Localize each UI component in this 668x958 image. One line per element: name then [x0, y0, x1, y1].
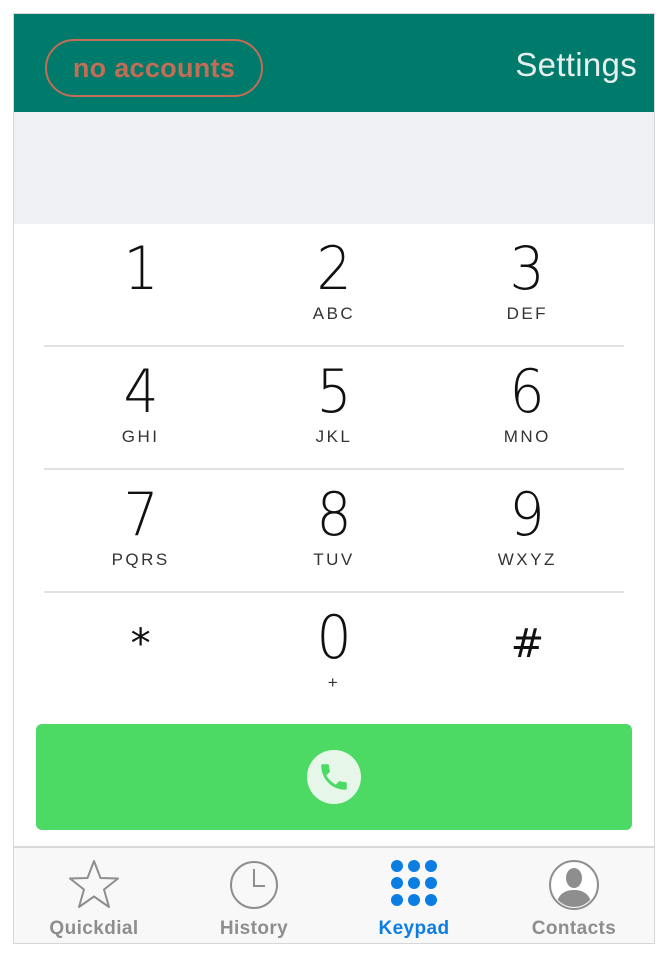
key-1[interactable]: 1 — [44, 224, 237, 345]
key-digit: 3 — [509, 234, 545, 304]
number-display — [14, 112, 654, 224]
key-hash[interactable]: # — [431, 593, 624, 713]
keypad-row: 1 2 ABC 3 DEF — [44, 224, 624, 347]
key-digit: 9 — [509, 480, 545, 550]
key-letters: DEF — [506, 304, 549, 323]
tab-label: Quickdial — [49, 918, 139, 939]
key-2[interactable]: 2 ABC — [237, 224, 430, 345]
clock-icon — [230, 861, 278, 909]
key-9[interactable]: 9 WXYZ — [431, 470, 624, 591]
accounts-button[interactable]: no accounts — [45, 39, 263, 97]
dialer-screen: no accounts Settings 1 2 ABC 3 DEF 4 GHI — [13, 13, 655, 944]
tab-keypad[interactable]: Keypad — [334, 848, 494, 943]
tab-bar: Quickdial History Keypad Contacts — [14, 846, 654, 943]
key-0[interactable]: 0 + — [237, 593, 430, 713]
key-letters: JKL — [315, 427, 353, 446]
key-digit: 1 — [123, 234, 159, 304]
key-letters: TUV — [313, 550, 355, 569]
key-star[interactable]: * — [44, 593, 237, 713]
top-bar: no accounts Settings — [14, 14, 654, 112]
key-digit: 7 — [123, 480, 159, 550]
key-letters: ABC — [312, 304, 356, 323]
key-5[interactable]: 5 JKL — [237, 347, 430, 468]
key-digit: 6 — [509, 357, 545, 427]
key-letters: WXYZ — [497, 550, 557, 569]
key-digit: # — [510, 621, 545, 667]
keypad: 1 2 ABC 3 DEF 4 GHI 5 JKL 6 MNO 7 PQRS 8… — [44, 224, 624, 713]
key-letters: GHI — [121, 427, 160, 446]
key-digit: 4 — [123, 357, 159, 427]
key-digit: 0 — [316, 603, 352, 673]
keypad-grid-icon — [391, 860, 437, 906]
settings-button[interactable]: Settings — [515, 46, 637, 84]
tab-quickdial[interactable]: Quickdial — [14, 848, 174, 943]
key-3[interactable]: 3 DEF — [431, 224, 624, 345]
star-icon — [69, 860, 119, 908]
tab-history[interactable]: History — [174, 848, 334, 943]
key-letters: + — [327, 673, 341, 692]
key-letters: PQRS — [111, 550, 170, 569]
key-4[interactable]: 4 GHI — [44, 347, 237, 468]
tab-label: Contacts — [531, 918, 617, 939]
phone-icon — [307, 750, 361, 804]
tab-contacts[interactable]: Contacts — [494, 848, 654, 943]
key-digit: 2 — [316, 234, 352, 304]
keypad-row: 7 PQRS 8 TUV 9 WXYZ — [44, 470, 624, 593]
keypad-row: 4 GHI 5 JKL 6 MNO — [44, 347, 624, 470]
key-digit: 5 — [316, 357, 352, 427]
key-letters: MNO — [503, 427, 551, 446]
tab-label: Keypad — [378, 918, 450, 939]
key-6[interactable]: 6 MNO — [431, 347, 624, 468]
keypad-row: * 0 + # — [44, 593, 624, 713]
call-button[interactable] — [36, 724, 632, 830]
key-7[interactable]: 7 PQRS — [44, 470, 237, 591]
key-8[interactable]: 8 TUV — [237, 470, 430, 591]
tab-label: History — [219, 918, 289, 939]
person-icon — [549, 860, 599, 910]
key-digit: 8 — [316, 480, 352, 550]
key-digit: * — [130, 621, 151, 667]
